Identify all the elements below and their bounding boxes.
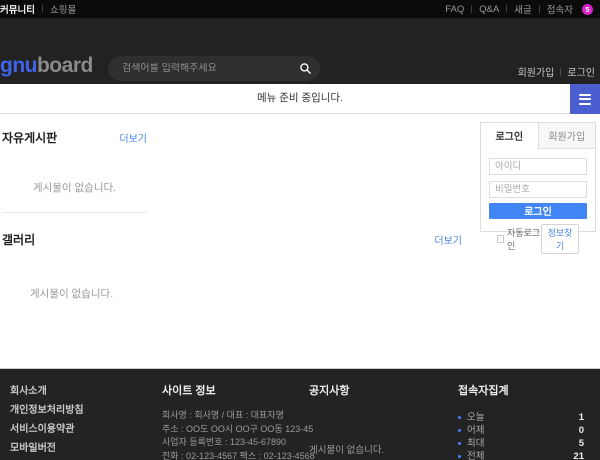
visitor-value: 21 [573,450,584,460]
login-options: 자동로그인 정보찾기 [489,220,587,254]
visitor-label: 어제 [467,424,484,437]
auto-login-option[interactable]: 자동로그인 [497,226,541,252]
footer-notice-title[interactable]: 공지사항 [309,382,439,398]
site-info-title: 사이트 정보 [162,382,312,398]
latest-board-title[interactable]: 자유게시판 [2,129,57,146]
topbar-newposts-link[interactable]: 새글 [514,2,531,16]
visitor-label: 전체 [467,450,484,460]
menu-toggle-button[interactable] [570,84,600,114]
gallery-title[interactable]: 갤러리 [2,231,35,248]
site-info-company: 회사명 : 회사명 / 대표 : 대표자명 [162,409,312,423]
visitor-row-yesterday: 어제 0 [458,424,584,437]
topbar-shop-link[interactable]: 쇼핑몰 [50,2,76,16]
bullet-icon [458,416,461,419]
site-info-address: 주소 : OO도 OO시 OO구 OO동 123-45 [162,423,312,437]
bullet-icon [458,455,461,458]
footer-visitor-stats: 접속자집계 오늘 1 어제 0 최대 5 전체 21 [458,382,584,460]
topbar-separator [506,5,507,13]
gallery-header: 갤러리 더보기 [2,231,462,248]
logo-text-gnu: gnu [0,54,37,77]
search-icon [299,62,312,75]
auto-login-label: 자동로그인 [507,226,541,252]
auto-login-checkbox[interactable] [497,235,504,243]
footer-link-terms[interactable]: 서비스이용약관 [10,420,84,435]
topbar: 커뮤니티 쇼핑몰 FAQ Q&A 새글 접속자 5 [0,0,600,18]
latest-board-more-link[interactable]: 더보기 [119,130,147,145]
topbar-community-link[interactable]: 커뮤니티 [0,2,35,16]
main-menu-bar: 메뉴 준비 중입니다. [0,84,600,114]
visitor-row-today: 오늘 1 [458,411,584,424]
footer-notice-empty-message: 게시물이 없습니다. [309,442,439,456]
login-box-tabs: 로그인 회원가입 [481,123,595,149]
site-info-lines: 회사명 : 회사명 / 대표 : 대표자명 주소 : OO도 OO시 OO구 O… [162,409,312,460]
visitor-stats-list: 오늘 1 어제 0 최대 5 전체 21 [458,411,584,460]
gallery-section: 갤러리 더보기 게시물이 없습니다. [2,231,462,301]
menu-notice-text: 메뉴 준비 중입니다. [0,84,600,113]
search-button[interactable] [290,56,320,81]
site-header: gnuboard 회원가입 로그인 [0,18,600,84]
footer-link-mobile[interactable]: 모바일버전 [10,439,84,454]
visitor-count-badge: 5 [582,4,593,15]
topbar-left-menu: 커뮤니티 쇼핑몰 [0,2,76,16]
tab-signup[interactable]: 회원가입 [538,123,596,149]
latest-board-empty-message: 게시물이 없습니다. [2,180,147,195]
find-info-button[interactable]: 정보찾기 [541,224,579,254]
footer-link-privacy[interactable]: 개인정보처리방침 [10,401,84,416]
footer-site-info: 사이트 정보 회사명 : 회사명 / 대표 : 대표자명 주소 : OO도 OO… [162,382,312,460]
login-submit-button[interactable]: 로그인 [489,203,587,219]
login-box: 로그인 회원가입 로그인 자동로그인 정보찾기 [480,122,596,232]
gallery-more-link[interactable]: 더보기 [434,232,462,247]
visitor-value: 1 [579,411,584,424]
footer-link-company[interactable]: 회사소개 [10,382,84,397]
visitor-label: 오늘 [467,411,484,424]
topbar-qna-link[interactable]: Q&A [479,4,499,15]
bullet-icon [458,429,461,432]
topbar-faq-link[interactable]: FAQ [445,4,464,15]
logo-text-board: board [37,54,93,77]
visitor-row-max: 최대 5 [458,437,584,450]
latest-board-header: 자유게시판 더보기 [2,129,147,146]
member-links-separator [560,68,561,76]
topbar-separator [471,5,472,13]
bullet-icon [458,442,461,445]
footer-notice: 공지사항 게시물이 없습니다. [309,382,439,456]
login-link[interactable]: 로그인 [567,64,595,79]
signup-link[interactable]: 회원가입 [518,64,555,79]
search-bar [108,56,320,81]
login-password-field[interactable] [489,181,587,198]
member-links: 회원가입 로그인 [518,64,595,79]
login-form: 로그인 자동로그인 정보찾기 [481,149,595,254]
topbar-separator [42,5,43,13]
latest-board-section: 자유게시판 더보기 게시물이 없습니다. [2,129,147,213]
footer-links: 회사소개 개인정보처리방침 서비스이용약관 모바일버전 [10,382,84,454]
login-id-field[interactable] [489,158,587,175]
visitor-label: 최대 [467,437,484,450]
gallery-empty-message: 게시물이 없습니다. [30,286,462,301]
visitor-value: 0 [579,424,584,437]
site-footer: 회사소개 개인정보처리방침 서비스이용약관 모바일버전 사이트 정보 회사명 :… [0,368,600,460]
site-logo[interactable]: gnuboard [0,54,93,78]
tab-login[interactable]: 로그인 [481,123,538,149]
topbar-separator [539,5,540,13]
site-info-phone: 전화 : 02-123-4567 팩스 : 02-123-4568 [162,450,312,460]
topbar-visitors-link[interactable]: 접속자 [547,2,573,16]
search-input[interactable] [108,63,290,74]
site-info-bizno: 사업자 등록번호 : 123-45-67890 [162,436,312,450]
visitor-row-total: 전체 21 [458,450,584,460]
visitor-value: 5 [579,437,584,450]
visitor-stats-title: 접속자집계 [458,382,584,398]
topbar-right-menu: FAQ Q&A 새글 접속자 5 [445,2,600,16]
